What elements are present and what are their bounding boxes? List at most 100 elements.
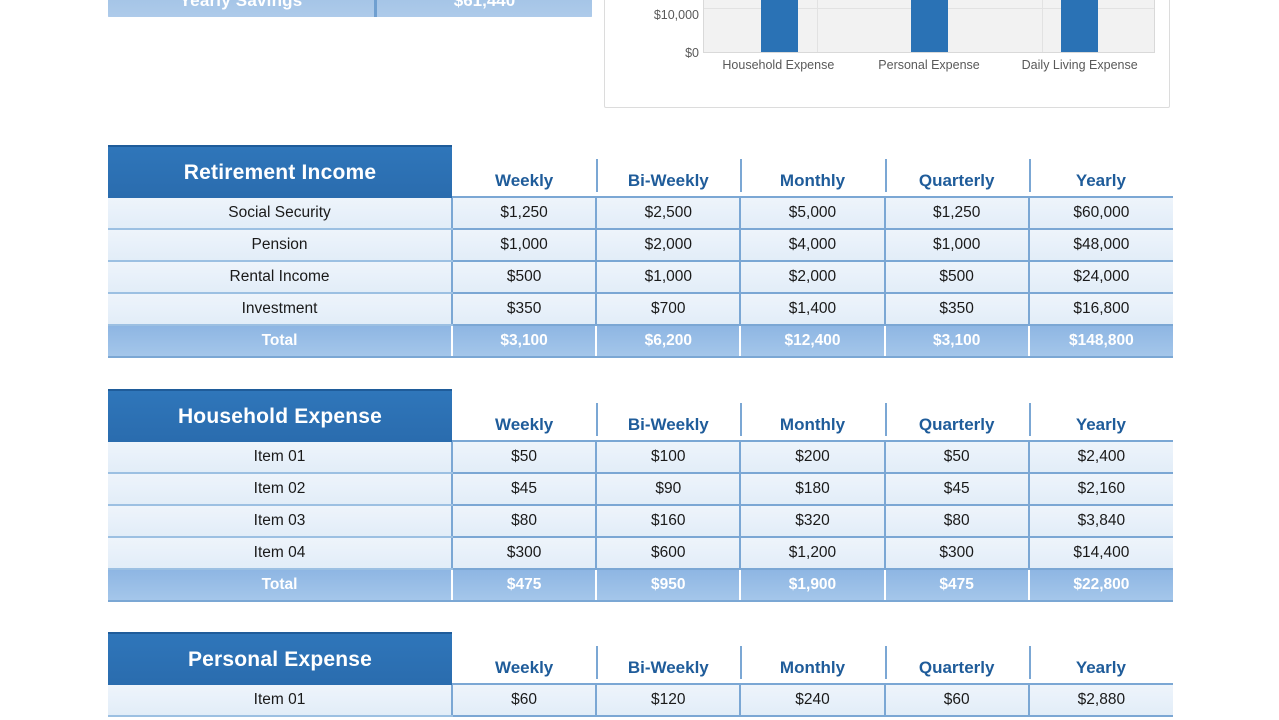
column-header-cell: Quarterly bbox=[884, 388, 1029, 442]
section-title-cell: Household Expense bbox=[108, 388, 453, 442]
column-header-bi-weekly: Bi-Weekly bbox=[596, 632, 741, 685]
yearly-savings-label: Yearly Savings bbox=[108, 0, 374, 17]
row-cell: $500 bbox=[451, 261, 597, 294]
row-cell: $240 bbox=[739, 685, 885, 717]
table-header-row: Personal Expense Weekly Bi-Weekly Monthl… bbox=[108, 631, 1173, 685]
table-row: Item 01 $60 $120 $240 $60 $2,880 bbox=[108, 685, 1173, 717]
column-header-cell: Bi-Weekly bbox=[596, 631, 741, 685]
personal-expense-table-block: Personal Expense Weekly Bi-Weekly Monthl… bbox=[108, 631, 1173, 717]
column-header-cell: Quarterly bbox=[884, 631, 1029, 685]
row-cell: $700 bbox=[595, 293, 741, 326]
row-label: Item 04 bbox=[108, 537, 453, 570]
table-row: Rental Income $500 $1,000 $2,000 $500 $2… bbox=[108, 261, 1173, 294]
row-label: Item 01 bbox=[108, 685, 453, 717]
row-cell: $60 bbox=[451, 685, 597, 717]
total-cell: $12,400 bbox=[739, 325, 885, 358]
row-cell: $45 bbox=[883, 473, 1029, 506]
chart-bar-slot bbox=[1004, 0, 1154, 52]
total-cell: $148,800 bbox=[1027, 325, 1173, 358]
total-label: Total bbox=[108, 325, 453, 358]
row-cell: $16,800 bbox=[1027, 293, 1173, 326]
column-header-cell: Bi-Weekly bbox=[596, 388, 741, 442]
row-cell: $80 bbox=[883, 505, 1029, 538]
column-header-cell: Monthly bbox=[740, 388, 885, 442]
row-cell: $2,000 bbox=[595, 229, 741, 262]
row-cell: $600 bbox=[595, 537, 741, 570]
yearly-savings-strip: Yearly Savings $61,440 bbox=[108, 0, 592, 17]
table-row: Item 02 $45 $90 $180 $45 $2,160 bbox=[108, 473, 1173, 506]
column-header-cell: Yearly bbox=[1028, 144, 1173, 198]
chart-y-axis: $10,000 $0 bbox=[613, 0, 699, 60]
table-row: Social Security $1,250 $2,500 $5,000 $1,… bbox=[108, 198, 1173, 230]
column-header-bi-weekly: Bi-Weekly bbox=[596, 145, 741, 198]
row-cell: $4,000 bbox=[739, 229, 885, 262]
table-row: Item 03 $80 $160 $320 $80 $3,840 bbox=[108, 505, 1173, 538]
column-header-cell: Monthly bbox=[740, 144, 885, 198]
chart-x-axis: Household Expense Personal Expense Daily… bbox=[703, 57, 1155, 74]
row-cell: $2,880 bbox=[1027, 685, 1173, 717]
household-expense-table: Household Expense Weekly Bi-Weekly Month… bbox=[108, 388, 1173, 602]
total-cell: $475 bbox=[883, 569, 1029, 602]
chart-plot-area bbox=[703, 0, 1155, 53]
column-header-bi-weekly: Bi-Weekly bbox=[596, 389, 741, 442]
column-header-cell: Weekly bbox=[452, 631, 597, 685]
total-cell: $950 bbox=[595, 569, 741, 602]
chart-bar-personal-expense bbox=[910, 0, 948, 52]
chart-bar-daily-living-expense bbox=[1060, 0, 1098, 52]
row-cell: $3,840 bbox=[1027, 505, 1173, 538]
retirement-income-table: Retirement Income Weekly Bi-Weekly Month… bbox=[108, 144, 1173, 358]
row-cell: $300 bbox=[451, 537, 597, 570]
total-cell: $22,800 bbox=[1027, 569, 1173, 602]
row-cell: $90 bbox=[595, 473, 741, 506]
column-header-yearly: Yearly bbox=[1028, 389, 1173, 442]
row-cell: $1,000 bbox=[883, 229, 1029, 262]
column-header-monthly: Monthly bbox=[740, 632, 885, 685]
column-header-weekly: Weekly bbox=[452, 389, 597, 442]
row-cell: $45 bbox=[451, 473, 597, 506]
retirement-income-table-block: Retirement Income Weekly Bi-Weekly Month… bbox=[108, 144, 1173, 358]
row-label: Pension bbox=[108, 229, 453, 262]
row-label: Item 02 bbox=[108, 473, 453, 506]
row-cell: $160 bbox=[595, 505, 741, 538]
row-cell: $200 bbox=[739, 442, 885, 474]
table-header-row: Household Expense Weekly Bi-Weekly Month… bbox=[108, 388, 1173, 442]
row-cell: $1,250 bbox=[451, 198, 597, 230]
row-cell: $1,200 bbox=[739, 537, 885, 570]
chart-inner: $10,000 $0 Household Expense Personal Ex… bbox=[605, 0, 1169, 107]
chart-bar-household-expense bbox=[760, 0, 798, 52]
row-cell: $1,250 bbox=[883, 198, 1029, 230]
row-label: Investment bbox=[108, 293, 453, 326]
personal-expense-table: Personal Expense Weekly Bi-Weekly Monthl… bbox=[108, 631, 1173, 717]
column-header-cell: Yearly bbox=[1028, 631, 1173, 685]
row-label: Rental Income bbox=[108, 261, 453, 294]
chart-bar-slot bbox=[704, 0, 854, 52]
row-cell: $2,000 bbox=[739, 261, 885, 294]
row-cell: $60 bbox=[883, 685, 1029, 717]
row-label: Item 03 bbox=[108, 505, 453, 538]
section-title: Household Expense bbox=[108, 389, 453, 442]
total-cell: $1,900 bbox=[739, 569, 885, 602]
row-cell: $1,400 bbox=[739, 293, 885, 326]
row-cell: $2,400 bbox=[1027, 442, 1173, 474]
row-cell: $320 bbox=[739, 505, 885, 538]
row-cell: $180 bbox=[739, 473, 885, 506]
row-cell: $5,000 bbox=[739, 198, 885, 230]
total-cell: $6,200 bbox=[595, 325, 741, 358]
table-total-row: Total $3,100 $6,200 $12,400 $3,100 $148,… bbox=[108, 325, 1173, 358]
x-axis-label: Household Expense bbox=[722, 58, 835, 72]
row-cell: $100 bbox=[595, 442, 741, 474]
row-cell: $120 bbox=[595, 685, 741, 717]
row-cell: $24,000 bbox=[1027, 261, 1173, 294]
row-cell: $50 bbox=[883, 442, 1029, 474]
column-header-cell: Monthly bbox=[740, 631, 885, 685]
row-cell: $350 bbox=[883, 293, 1029, 326]
row-cell: $300 bbox=[883, 537, 1029, 570]
row-cell: $350 bbox=[451, 293, 597, 326]
table-total-row: Total $475 $950 $1,900 $475 $22,800 bbox=[108, 569, 1173, 602]
total-cell: $3,100 bbox=[451, 325, 597, 358]
column-header-monthly: Monthly bbox=[740, 389, 885, 442]
row-label: Item 01 bbox=[108, 442, 453, 474]
expense-bar-chart-panel: $10,000 $0 Household Expense Personal Ex… bbox=[604, 0, 1170, 108]
column-header-monthly: Monthly bbox=[740, 145, 885, 198]
y-axis-tick: $10,000 bbox=[653, 8, 699, 22]
